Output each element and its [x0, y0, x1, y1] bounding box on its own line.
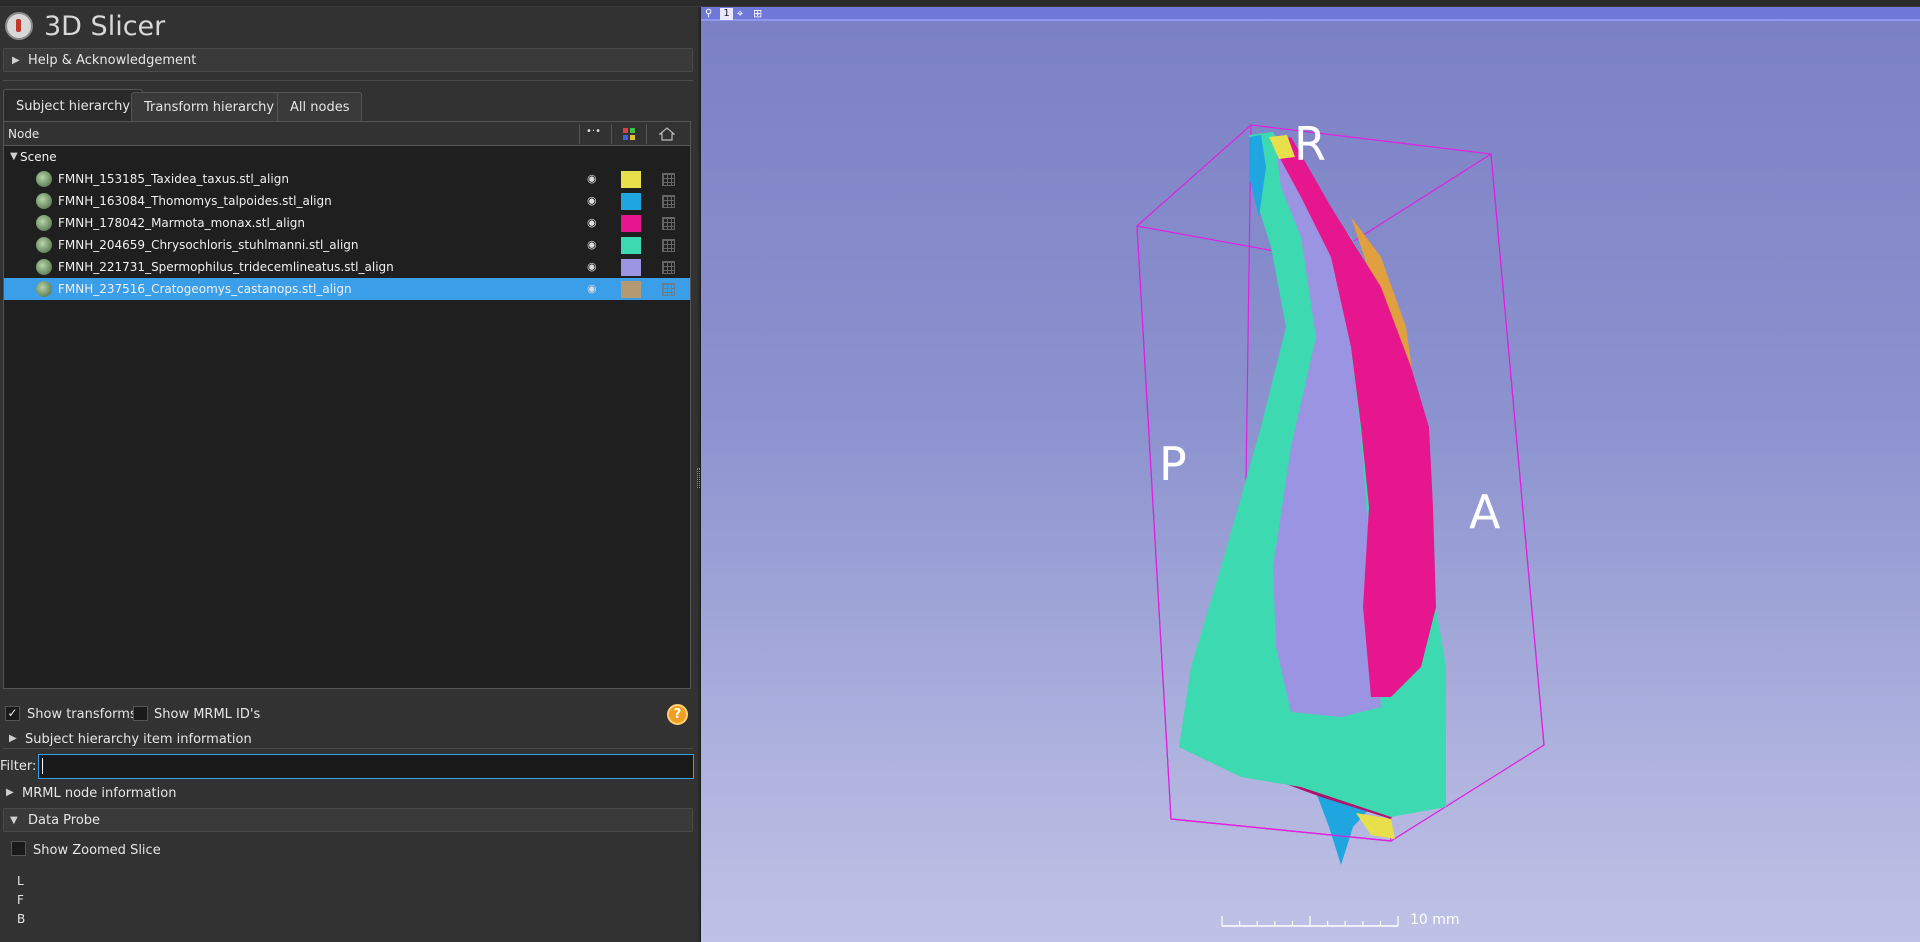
grid-transform-icon[interactable]	[662, 239, 675, 252]
visibility-column-icon[interactable]: •·•	[586, 126, 601, 137]
3d-view[interactable]: ⚲ 1 ⌖ ⊞ R P A	[701, 7, 1920, 942]
sh-item-info-label: Subject hierarchy item information	[25, 732, 252, 747]
probe-row-b: B	[17, 912, 26, 926]
probe-row-f: F	[17, 893, 24, 907]
splitter-grip[interactable]	[697, 468, 700, 488]
tree-row-selected[interactable]: FMNH_237516_Cratogeomys_castanops.stl_al…	[4, 278, 690, 300]
column-separator	[611, 124, 612, 144]
color-column-icon[interactable]	[622, 127, 636, 141]
grid-transform-icon[interactable]	[662, 261, 675, 274]
help-section-label: Help & Acknowledgement	[28, 53, 197, 68]
tree-row-label: FMNH_153185_Taxidea_taxus.stl_align	[58, 172, 289, 186]
grid-transform-icon[interactable]	[662, 283, 675, 296]
data-probe-label: Data Probe	[28, 813, 101, 828]
collapse-triangle-icon[interactable]: ▼	[10, 151, 18, 162]
eye-visibility-icon[interactable]: ◉	[587, 238, 597, 251]
color-swatch[interactable]	[621, 237, 641, 254]
column-node-header[interactable]: Node	[8, 127, 39, 141]
orientation-label-p: P	[1159, 437, 1187, 491]
tab-all-nodes[interactable]: All nodes	[277, 92, 363, 121]
tree-header: Node •·•	[4, 122, 690, 146]
grid-transform-icon[interactable]	[662, 217, 675, 230]
tree-options-row: ✓ Show transforms Show MRML ID's ?	[3, 704, 693, 725]
module-panel: 3D Slicer ▶ Help & Acknowledgement Subje…	[0, 7, 700, 942]
scale-bar-label: 10 mm	[1410, 912, 1460, 928]
scene-label: Scene	[20, 150, 57, 164]
expand-triangle-icon: ▶	[12, 55, 20, 66]
tree-row[interactable]: FMNH_221731_Spermophilus_tridecemlineatu…	[4, 256, 690, 278]
color-swatch[interactable]	[621, 259, 641, 276]
tab-transform-hierarchy[interactable]: Transform hierarchy	[131, 92, 288, 121]
model-node-icon	[36, 215, 52, 231]
collapse-triangle-icon: ▼	[10, 815, 18, 826]
tree-row-label: FMNH_178042_Marmota_monax.stl_align	[58, 216, 306, 230]
app-header: 3D Slicer	[0, 7, 700, 47]
data-probe-section-header[interactable]: ▼ Data Probe	[3, 808, 693, 832]
window-top-strip	[0, 0, 1920, 7]
model-node-icon	[36, 237, 52, 253]
eye-visibility-icon[interactable]: ◉	[587, 216, 597, 229]
tree-row[interactable]: FMNH_163084_Thomomys_talpoides.stl_align…	[4, 190, 690, 212]
help-icon[interactable]: ?	[667, 704, 688, 725]
tree-row-label: FMNH_237516_Cratogeomys_castanops.stl_al…	[58, 282, 352, 296]
show-zoomed-slice-checkbox[interactable]	[11, 841, 26, 856]
tree-row-scene[interactable]: ▼ Scene	[4, 146, 690, 168]
color-swatch[interactable]	[621, 215, 641, 232]
orientation-label-a: A	[1469, 485, 1501, 539]
show-transforms-checkbox[interactable]: ✓	[5, 706, 20, 721]
column-separator	[579, 124, 580, 144]
divider	[3, 748, 693, 749]
color-swatch[interactable]	[621, 281, 641, 298]
text-caret	[42, 758, 43, 774]
scale-bar	[1221, 916, 1399, 927]
tree-row[interactable]: FMNH_178042_Marmota_monax.stl_align ◉	[4, 212, 690, 234]
filter-label: Filter:	[0, 759, 37, 774]
slicer-logo-icon	[5, 12, 33, 40]
eye-visibility-icon[interactable]: ◉	[587, 260, 597, 273]
expand-triangle-icon: ▶	[9, 733, 17, 744]
color-swatch[interactable]	[621, 171, 641, 188]
grid-transform-icon[interactable]	[662, 173, 675, 186]
probe-row-l: L	[17, 874, 24, 888]
mrml-info-section-header[interactable]: ▶ MRML node information	[0, 783, 690, 803]
tree-row-label: FMNH_221731_Spermophilus_tridecemlineatu…	[58, 260, 394, 274]
model-node-icon	[36, 281, 52, 297]
tree-row-label: FMNH_163084_Thomomys_talpoides.stl_align	[58, 194, 332, 208]
transform-column-icon[interactable]	[658, 127, 676, 141]
model-node-icon	[36, 171, 52, 187]
eye-visibility-icon[interactable]: ◉	[587, 172, 597, 185]
divider	[3, 80, 693, 81]
model-node-icon	[36, 259, 52, 275]
show-mrml-ids-label: Show MRML ID's	[154, 707, 261, 722]
show-transforms-label: Show transforms	[27, 707, 137, 722]
subject-hierarchy-tree[interactable]: Node •·• ▼ Scene FMNH_153185_Taxidea_tax…	[3, 121, 691, 689]
tree-row[interactable]: FMNH_204659_Chrysochloris_stuhlmanni.stl…	[4, 234, 690, 256]
expand-triangle-icon: ▶	[6, 787, 14, 798]
orientation-label-r: R	[1294, 117, 1326, 171]
model-node-icon	[36, 193, 52, 209]
tree-row[interactable]: FMNH_153185_Taxidea_taxus.stl_align ◉	[4, 168, 690, 190]
help-section-header[interactable]: ▶ Help & Acknowledgement	[3, 48, 693, 72]
color-swatch[interactable]	[621, 193, 641, 210]
show-zoomed-slice-label: Show Zoomed Slice	[33, 843, 161, 858]
eye-visibility-icon[interactable]: ◉	[587, 282, 597, 295]
sh-item-info-section-header[interactable]: ▶ Subject hierarchy item information	[3, 729, 693, 749]
eye-visibility-icon[interactable]: ◉	[587, 194, 597, 207]
grid-transform-icon[interactable]	[662, 195, 675, 208]
column-separator	[646, 124, 647, 144]
filter-input[interactable]	[38, 754, 694, 779]
tree-row-label: FMNH_204659_Chrysochloris_stuhlmanni.stl…	[58, 238, 359, 252]
mrml-info-label: MRML node information	[22, 786, 177, 801]
show-mrml-ids-checkbox[interactable]	[133, 706, 148, 721]
app-title: 3D Slicer	[44, 11, 166, 42]
tab-subject-hierarchy[interactable]: Subject hierarchy	[3, 89, 144, 121]
